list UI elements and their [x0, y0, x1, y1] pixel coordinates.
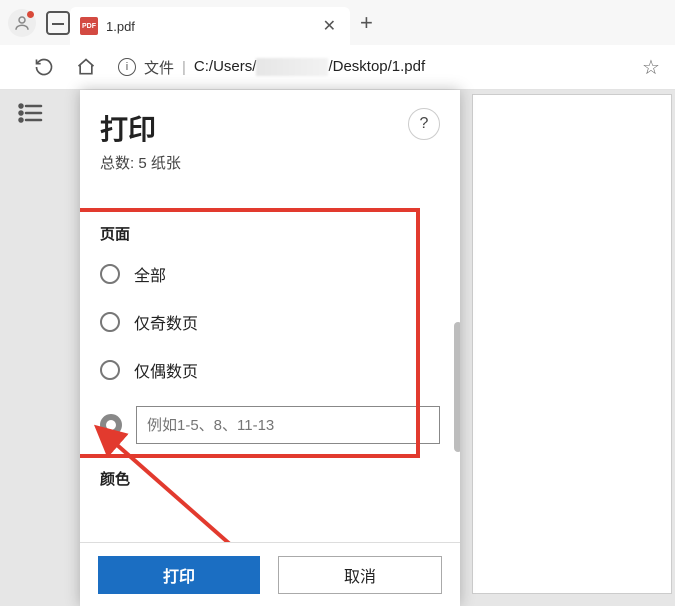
pages-option-all[interactable]: 全部	[100, 262, 440, 286]
dialog-footer: 打印 取消	[80, 542, 460, 606]
refresh-button[interactable]	[26, 49, 62, 85]
radio-icon	[100, 312, 120, 332]
pages-section-label: 页面	[100, 223, 440, 244]
print-dialog: 打印 总数: 5 纸张 ? 页面 全部 仅奇数页 仅偶数页	[80, 90, 460, 606]
tab-title: 1.pdf	[106, 19, 311, 34]
dialog-title: 打印	[100, 108, 440, 148]
pages-option-label: 仅奇数页	[134, 310, 198, 334]
radio-selected-icon	[100, 414, 122, 436]
profile-button[interactable]	[8, 9, 36, 37]
redacted-segment	[256, 58, 328, 76]
address-bar[interactable]: i 文件 | C:/Users//Desktop/1.pdf	[110, 50, 627, 84]
site-info-icon[interactable]: i	[118, 58, 136, 76]
pages-option-odd[interactable]: 仅奇数页	[100, 310, 440, 334]
pdf-favicon-icon: PDF	[80, 17, 98, 35]
color-section-label: 颜色	[100, 468, 440, 489]
address-file-label: 文件	[144, 57, 174, 78]
toc-button[interactable]	[17, 102, 43, 124]
browser-toolbar: i 文件 | C:/Users//Desktop/1.pdf ☆	[0, 45, 675, 90]
dialog-summary: 总数: 5 纸张	[100, 152, 440, 173]
radio-icon	[100, 264, 120, 284]
browser-tab[interactable]: PDF 1.pdf ✕	[70, 7, 350, 45]
browser-titlebar: PDF 1.pdf ✕ +	[0, 0, 675, 45]
pages-section: 页面 全部 仅奇数页 仅偶数页	[100, 223, 440, 444]
print-preview-page	[472, 94, 672, 594]
custom-pages-input[interactable]	[136, 406, 440, 444]
cancel-button[interactable]: 取消	[278, 556, 442, 594]
notification-dot-icon	[27, 11, 34, 18]
help-button[interactable]: ?	[408, 108, 440, 140]
new-tab-button[interactable]: +	[350, 10, 383, 36]
content-area: 打印 总数: 5 纸张 ? 页面 全部 仅奇数页 仅偶数页	[0, 90, 675, 606]
favorite-button[interactable]: ☆	[633, 49, 669, 85]
pages-option-label: 仅偶数页	[134, 358, 198, 382]
pages-option-label: 全部	[134, 262, 166, 286]
pages-option-even[interactable]: 仅偶数页	[100, 358, 440, 382]
address-path: C:/Users//Desktop/1.pdf	[194, 58, 425, 76]
tab-actions-button[interactable]	[46, 11, 70, 35]
radio-icon	[100, 360, 120, 380]
tab-close-button[interactable]: ✕	[319, 16, 340, 36]
home-button[interactable]	[68, 49, 104, 85]
pages-option-custom[interactable]	[100, 406, 440, 444]
pdf-sidebar	[0, 90, 60, 606]
address-separator: |	[182, 59, 186, 76]
scrollbar-thumb[interactable]	[454, 322, 460, 452]
print-button[interactable]: 打印	[98, 556, 260, 594]
